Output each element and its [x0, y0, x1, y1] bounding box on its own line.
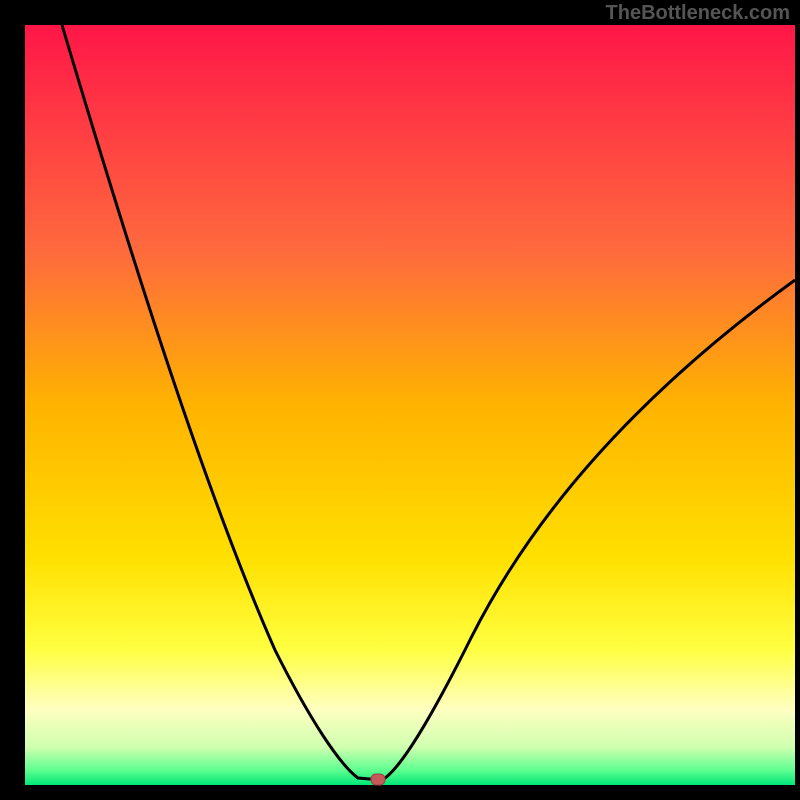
min-marker — [371, 774, 385, 785]
watermark-text: TheBottleneck.com — [606, 2, 790, 25]
bottleneck-chart — [0, 0, 800, 800]
plot-background — [25, 25, 795, 785]
